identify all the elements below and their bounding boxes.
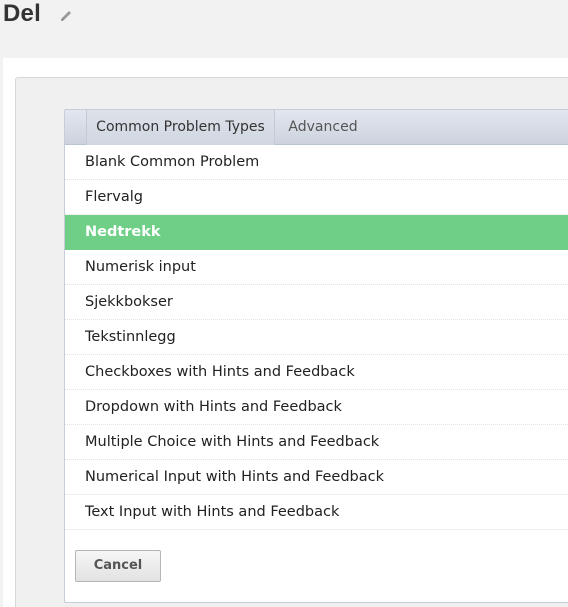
problem-type-numerical-input-hints[interactable]: Numerical Input with Hints and Feedback <box>65 460 568 495</box>
problem-type-numerisk-input[interactable]: Numerisk input <box>65 250 568 285</box>
problem-type-tekstinnlegg[interactable]: Tekstinnlegg <box>65 320 568 355</box>
unit-header: Del <box>0 0 568 55</box>
unit-title: Del <box>3 0 41 27</box>
problem-type-menu: Common Problem Types Advanced Blank Comm… <box>64 109 568 603</box>
problem-type-blank-common[interactable]: Blank Common Problem <box>65 145 568 180</box>
problem-type-list: Blank Common Problem Flervalg Nedtrekk N… <box>65 145 568 530</box>
studio-page: Del Common Problem Types Advanced Blank … <box>0 0 568 607</box>
problem-type-checkboxes-hints[interactable]: Checkboxes with Hints and Feedback <box>65 355 568 390</box>
problem-type-nedtrekk[interactable]: Nedtrekk <box>65 215 568 250</box>
problem-type-sjekkbokser[interactable]: Sjekkbokser <box>65 285 568 320</box>
cancel-button[interactable]: Cancel <box>75 550 161 582</box>
problem-type-flervalg[interactable]: Flervalg <box>65 180 568 215</box>
tab-advanced[interactable]: Advanced <box>276 110 370 145</box>
problem-type-text-input-hints[interactable]: Text Input with Hints and Feedback <box>65 495 568 530</box>
problem-type-multiple-choice-hints[interactable]: Multiple Choice with Hints and Feedback <box>65 425 568 460</box>
problem-type-tabs: Common Problem Types Advanced <box>65 110 568 145</box>
pencil-icon[interactable] <box>58 8 74 24</box>
problem-type-dropdown-hints[interactable]: Dropdown with Hints and Feedback <box>65 390 568 425</box>
tab-common-problem-types[interactable]: Common Problem Types <box>86 110 275 145</box>
